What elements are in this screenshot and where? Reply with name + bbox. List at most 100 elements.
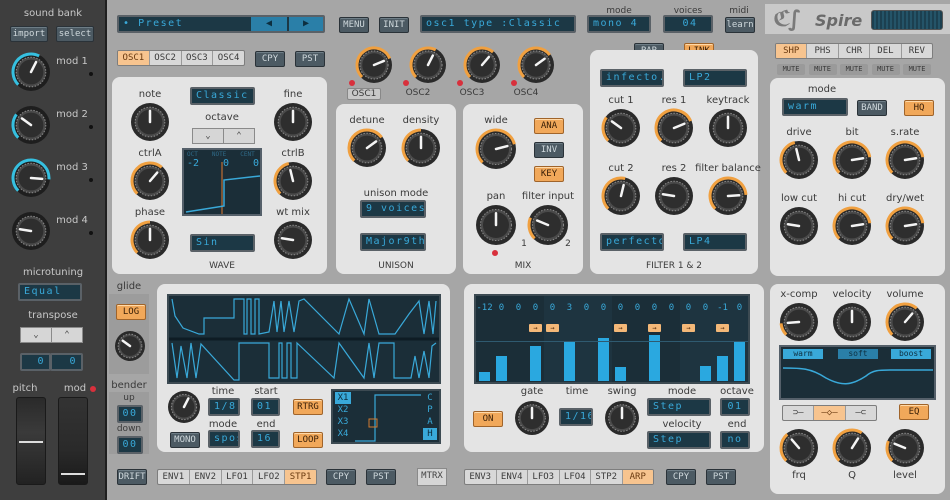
mod-side-c[interactable]: C: [423, 392, 437, 404]
fx-mode-display[interactable]: warm: [782, 98, 848, 116]
wave-display[interactable]: Sin: [190, 234, 255, 252]
filter1-type-display[interactable]: infecto.: [600, 69, 664, 87]
tab-osc2[interactable]: OSC2: [150, 51, 182, 65]
fx-mute-chr[interactable]: MUTE: [840, 64, 868, 75]
microtuning-display[interactable]: Equal: [18, 283, 82, 301]
fx-tab-phs[interactable]: PHS: [807, 44, 839, 58]
arp-mode-display[interactable]: Step: [647, 398, 711, 416]
mod-rate-knob[interactable]: [167, 390, 201, 427]
fx-tab-chr[interactable]: CHR: [839, 44, 871, 58]
init-button[interactable]: INIT: [379, 17, 409, 33]
wave-knob-ctrlA[interactable]: [130, 161, 170, 204]
fx-band-button[interactable]: BAND: [857, 100, 887, 116]
filter1-mode-display[interactable]: LP2: [683, 69, 747, 87]
output-knob-velocity[interactable]: [832, 302, 872, 345]
arp-tie-icon[interactable]: →: [614, 324, 627, 332]
mod-tab-lfo3[interactable]: LFO3: [528, 470, 560, 484]
arp-step[interactable]: 0 →: [527, 296, 544, 382]
mod-tab-lfo1[interactable]: LFO1: [222, 470, 254, 484]
high-shelf-icon[interactable]: —⊂: [846, 406, 876, 420]
mod-tab-arp[interactable]: ARP: [622, 470, 653, 484]
arp-on-button[interactable]: ON: [473, 411, 503, 427]
arp-tie-icon[interactable]: →: [716, 324, 729, 332]
arp-end-display[interactable]: no: [720, 431, 750, 449]
arp-step[interactable]: 0 →: [544, 296, 561, 382]
mod-x-x4[interactable]: X4: [335, 428, 351, 440]
arp-velocity-bar[interactable]: [479, 372, 490, 381]
step-lfo-display[interactable]: [167, 294, 441, 384]
import-button[interactable]: import: [10, 26, 48, 42]
arp-step[interactable]: 0: [697, 296, 714, 382]
mod-start-display[interactable]: 01: [251, 398, 280, 416]
mix-filter-input-knob[interactable]: [527, 204, 569, 249]
fx-tab-rev[interactable]: REV: [902, 44, 932, 58]
arp-step[interactable]: 0: [731, 296, 748, 382]
menu-button[interactable]: MENU: [339, 17, 369, 33]
arp-step[interactable]: 0: [595, 296, 612, 382]
mod-knob-4[interactable]: [11, 211, 51, 254]
bender-up-display[interactable]: 00: [117, 405, 143, 423]
arp-step[interactable]: 3: [561, 296, 578, 382]
transpose-down-button[interactable]: ⌄: [20, 327, 52, 343]
arp-gate-knob[interactable]: [514, 400, 550, 439]
matrix-button[interactable]: MTRX: [417, 468, 447, 486]
mod-tab-stp2[interactable]: STP2: [591, 470, 623, 484]
eq-mode-soft[interactable]: soft: [838, 349, 878, 359]
arp-tie-icon[interactable]: →: [546, 324, 559, 332]
wave-knob-wt-mix[interactable]: [273, 220, 313, 263]
fx-mute-shp[interactable]: MUTE: [777, 64, 805, 75]
osc-copy-button[interactable]: CPY: [255, 51, 285, 67]
arp-swing-knob[interactable]: [604, 400, 640, 439]
osc-type-display[interactable]: Classic: [190, 87, 255, 105]
arp-velocity-display[interactable]: Step: [647, 431, 711, 449]
mod-knob-3[interactable]: [11, 158, 51, 201]
fx-knob-bit[interactable]: [832, 140, 872, 183]
mod-x-x3[interactable]: X3: [335, 416, 351, 428]
peak-icon[interactable]: —◇—: [814, 406, 846, 420]
osc-level-knob-1[interactable]: [355, 46, 393, 87]
select-button[interactable]: select: [56, 26, 94, 42]
tab-osc4[interactable]: OSC4: [213, 51, 244, 65]
preset-prev-button[interactable]: ◀: [251, 17, 287, 31]
pitch-wheel[interactable]: [16, 397, 46, 485]
fx-tab-shp[interactable]: SHP: [776, 44, 808, 58]
preset-next-button[interactable]: ▶: [289, 17, 323, 31]
transpose-up-button[interactable]: ⌃: [51, 327, 83, 343]
mix-key-button[interactable]: KEY: [534, 166, 564, 182]
tab-osc3[interactable]: OSC3: [182, 51, 214, 65]
fx-knob-hi-cut[interactable]: [832, 206, 872, 249]
mix-ana-button[interactable]: ANA: [534, 118, 564, 134]
arp-step[interactable]: 0 →: [612, 296, 629, 382]
arp-velocity-bar[interactable]: [564, 341, 575, 381]
arp-step[interactable]: 0: [663, 296, 680, 382]
arp-tie-icon[interactable]: →: [648, 324, 661, 332]
mod-tab-env3[interactable]: ENV3: [465, 470, 497, 484]
fx-tab-del[interactable]: DEL: [870, 44, 902, 58]
unison-voices-display[interactable]: 9 voices: [360, 200, 426, 218]
arp-velocity-bar[interactable]: [700, 366, 711, 381]
arp-velocity-bar[interactable]: [598, 338, 609, 381]
filter-knob-res-2[interactable]: [654, 176, 694, 219]
wave-knob-ctrlB[interactable]: [273, 161, 313, 204]
mod-mode-display[interactable]: spos: [208, 430, 240, 448]
arp-step[interactable]: 0: [493, 296, 510, 382]
arp-step[interactable]: 0: [578, 296, 595, 382]
fx-knob-low-cut[interactable]: [779, 206, 819, 249]
low-shelf-icon[interactable]: ⊃—: [783, 406, 815, 420]
mod-wheel[interactable]: [58, 397, 88, 485]
arp-step[interactable]: 0 →: [680, 296, 697, 382]
arp-step[interactable]: 0 →: [646, 296, 663, 382]
arp-velocity-bar[interactable]: [496, 356, 507, 381]
arp-tie-icon[interactable]: →: [529, 324, 542, 332]
mod-side-p[interactable]: P: [423, 404, 437, 416]
voices-display[interactable]: 04: [663, 15, 713, 33]
glide-log-button[interactable]: LOG: [116, 304, 146, 320]
wave-knob-fine[interactable]: [273, 102, 313, 145]
unison-detune-knob[interactable]: [347, 128, 387, 171]
arp-velocity-bar[interactable]: [530, 346, 541, 381]
arp-time-display[interactable]: 1/16: [559, 408, 593, 426]
transpose-semitone-display[interactable]: 0: [50, 353, 83, 371]
mix-pan-knob[interactable]: [475, 204, 517, 249]
mod-knob-2[interactable]: [11, 105, 51, 148]
fx-knob-drive[interactable]: [779, 140, 819, 183]
